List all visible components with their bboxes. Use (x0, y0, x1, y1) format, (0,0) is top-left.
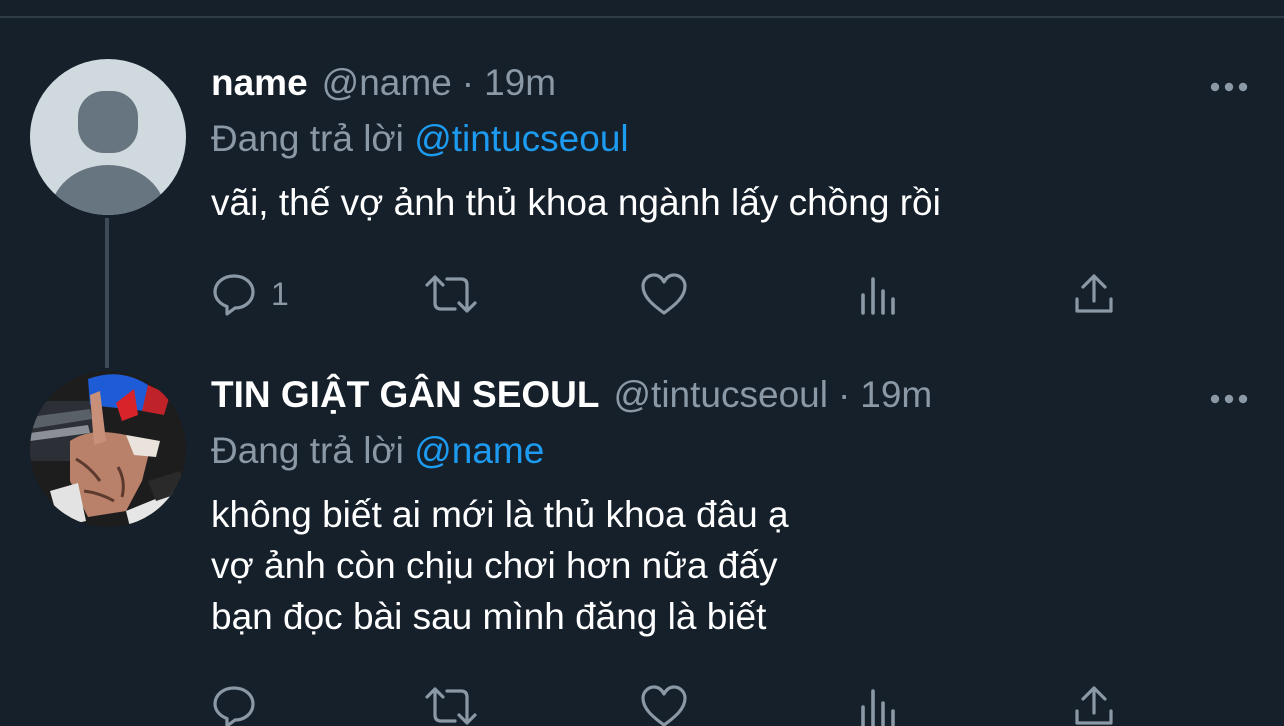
more-horizontal-icon (1210, 82, 1248, 92)
tweet-header: name @name · 19m (211, 62, 1251, 112)
display-name[interactable]: name (211, 62, 308, 104)
like-button[interactable] (639, 676, 689, 726)
tweet-text: vãi, thế vợ ảnh thủ khoa ngành lấy chồng… (211, 177, 1251, 228)
heart-icon (641, 273, 687, 315)
separator-dot: · (461, 62, 475, 103)
avatar-tintucseoul[interactable] (30, 371, 186, 527)
more-options-button[interactable] (1207, 384, 1251, 414)
share-button[interactable] (1071, 264, 1117, 324)
share-button[interactable] (1071, 676, 1117, 726)
replying-to-label: Đang trả lời (211, 430, 404, 471)
conversation-thread: name @name · 19m Đang trả lời @tintucseo… (0, 0, 1284, 726)
reply-bubble-icon (213, 274, 255, 316)
photo-avatar-image (30, 371, 186, 527)
like-button[interactable] (639, 264, 689, 324)
tweet-text-line: không biết ai mới là thủ khoa đâu ạ (211, 494, 789, 535)
more-horizontal-icon (1210, 394, 1248, 404)
tweet-text-line: vợ ảnh còn chịu chơi hơn nữa đấy (211, 545, 778, 586)
timestamp[interactable]: 19m (860, 374, 932, 416)
timestamp[interactable]: 19m (484, 62, 556, 104)
reply-button[interactable] (211, 676, 271, 726)
more-options-button[interactable] (1207, 72, 1251, 102)
replying-to: Đang trả lời @name (211, 425, 1251, 477)
replying-to-label: Đang trả lời (211, 118, 404, 159)
retweet-icon (425, 275, 477, 313)
tweet-text-line: vãi, thế vợ ảnh thủ khoa ngành lấy chồng… (211, 182, 941, 223)
replying-to: Đang trả lời @tintucseoul (211, 113, 1251, 165)
tweet-text-line: bạn đọc bài sau mình đăng là biết (211, 596, 767, 637)
analytics-bars-icon (861, 277, 895, 315)
retweet-icon (425, 687, 477, 725)
tweet-text: không biết ai mới là thủ khoa đâu ạ vợ ả… (211, 489, 1251, 642)
retweet-button[interactable] (423, 264, 479, 324)
tweet-header: TIN GIẬT GÂN SEOUL @tintucseoul · 19m (211, 374, 1251, 424)
reply-button[interactable]: 1 (211, 264, 289, 324)
thread-connector-line (105, 218, 109, 368)
user-handle[interactable]: @tintucseoul (614, 374, 828, 416)
user-handle[interactable]: @name (322, 62, 452, 104)
tweet-actions: 1 (211, 264, 1251, 324)
share-upload-icon (1075, 686, 1113, 725)
analytics-button[interactable] (857, 676, 901, 726)
reply-count: 1 (271, 275, 289, 312)
replying-to-handle-link[interactable]: @tintucseoul (414, 118, 628, 159)
tweet[interactable]: name @name · 19m Đang trả lời @tintucseo… (211, 62, 1251, 316)
default-avatar-icon (50, 91, 166, 215)
tweet[interactable]: TIN GIẬT GÂN SEOUL @tintucseoul · 19m Đa… (211, 374, 1251, 726)
share-upload-icon (1075, 274, 1113, 313)
analytics-bars-icon (861, 689, 895, 726)
retweet-button[interactable] (423, 676, 479, 726)
display-name[interactable]: TIN GIẬT GÂN SEOUL (211, 374, 600, 416)
analytics-button[interactable] (857, 264, 901, 324)
tweet-actions (211, 676, 1251, 726)
top-divider (0, 16, 1284, 18)
avatar-name[interactable] (30, 59, 186, 215)
heart-icon (641, 685, 687, 726)
reply-bubble-icon (213, 686, 255, 726)
replying-to-handle-link[interactable]: @name (414, 430, 544, 471)
separator-dot: · (837, 374, 851, 415)
